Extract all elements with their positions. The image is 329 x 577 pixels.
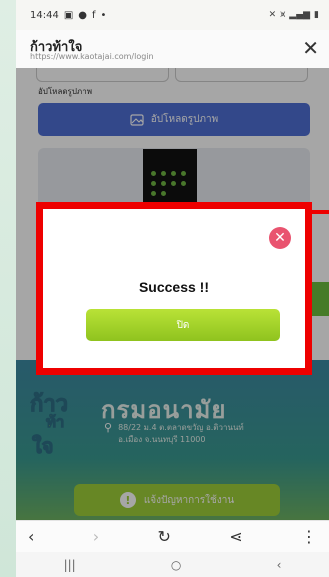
menu-icon[interactable]: ⋮: [301, 527, 317, 546]
image-icon: ▣: [63, 9, 74, 21]
share-icon[interactable]: ⋖: [229, 527, 242, 546]
mute-icon: ✕: [268, 10, 277, 20]
status-bar: 14:44 ▣ ● f • ✕ ⩙ ▂▄▆ ▮: [16, 0, 329, 30]
facebook-icon: f: [92, 9, 96, 21]
status-time: 14:44: [30, 9, 59, 21]
forward-icon[interactable]: ›: [93, 527, 99, 546]
close-icon[interactable]: ✕: [302, 38, 319, 58]
reload-icon[interactable]: ↻: [158, 527, 171, 546]
close-dialog-button[interactable]: ปิด: [86, 309, 280, 341]
webview-titlebar: ก้าวท้าใจ https://www.kaotajai.com/login…: [16, 30, 329, 69]
home-icon[interactable]: ○: [171, 558, 181, 572]
recents-icon[interactable]: |||: [64, 558, 76, 572]
system-navigation-bar: ||| ○ ‹: [16, 552, 329, 577]
close-icon[interactable]: ✕: [269, 227, 291, 249]
left-background-strip: [0, 0, 16, 577]
battery-icon: ▮: [314, 10, 319, 20]
wifi-icon: ⩙: [280, 10, 286, 20]
success-message: Success !!: [138, 279, 210, 295]
signal-icon: ▂▄▆: [289, 10, 311, 20]
back-icon[interactable]: ‹: [28, 527, 34, 546]
page-url: https://www.kaotajai.com/login: [30, 52, 154, 61]
phone-screen: 14:44 ▣ ● f • ✕ ⩙ ▂▄▆ ▮ ก้าวท้าใจ https:…: [16, 0, 329, 577]
dot-icon: •: [100, 9, 107, 21]
system-back-icon[interactable]: ‹: [277, 558, 282, 572]
browser-toolbar: ‹ › ↻ ⋖ ⋮: [16, 520, 329, 552]
highlight-pointer: [312, 210, 329, 214]
success-dialog: ✕ Success !! ปิด: [36, 202, 312, 375]
message-icon: ●: [78, 9, 88, 21]
